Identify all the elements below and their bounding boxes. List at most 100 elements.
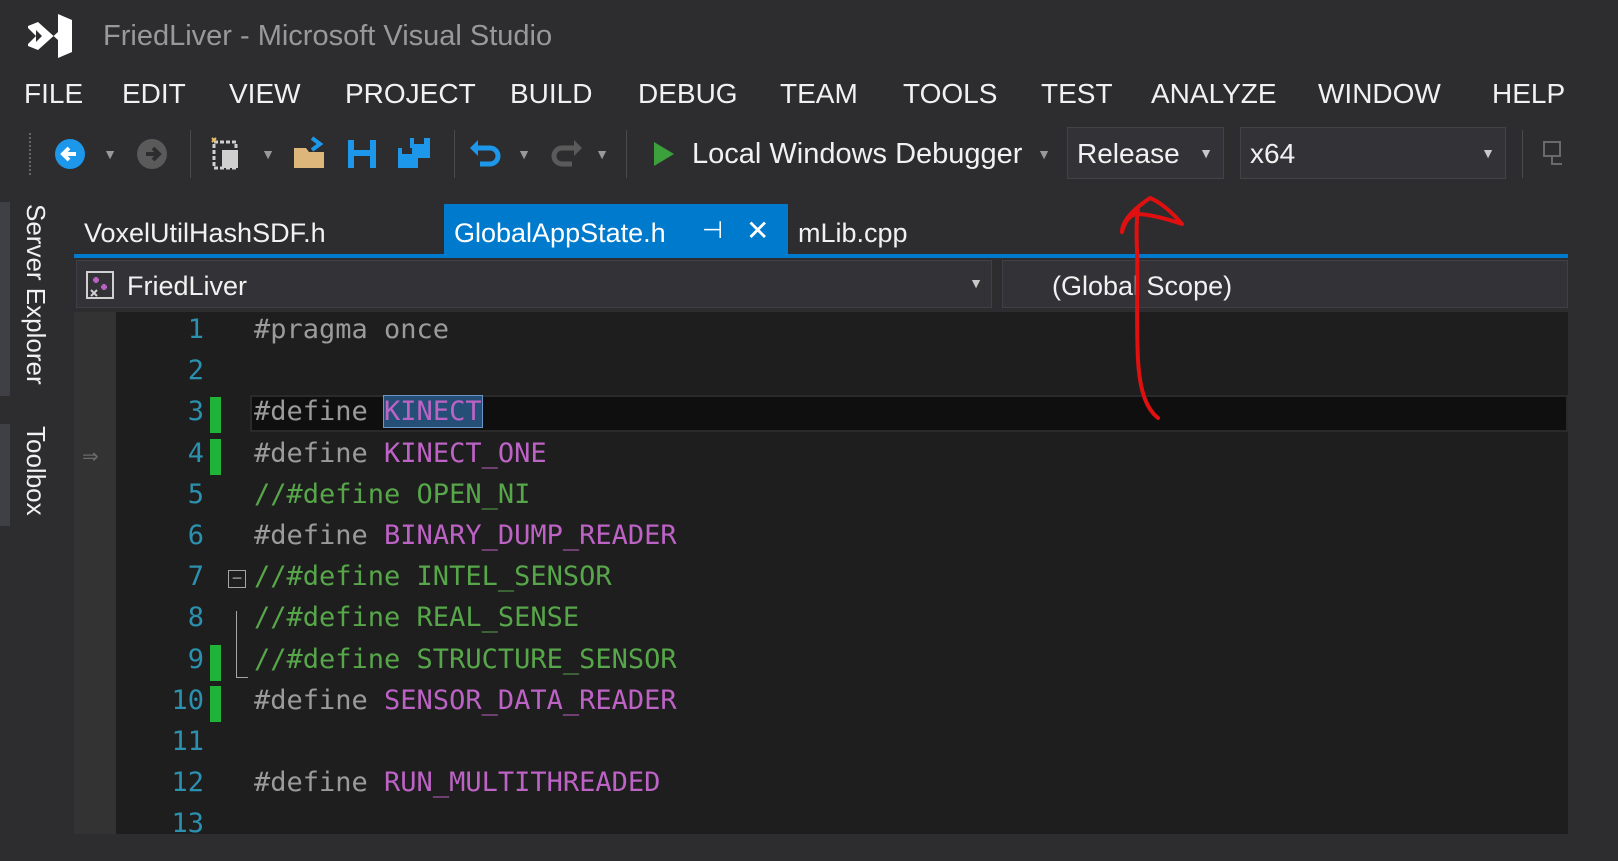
code-line[interactable]: 1 #pragma once xyxy=(74,312,1568,353)
code-line[interactable]: 11 xyxy=(74,724,1568,765)
chevron-down-icon: ▼ xyxy=(969,275,983,291)
tab-voxelutilhashsdf[interactable]: VoxelUtilHashSDF.h xyxy=(74,204,442,256)
menu-debug[interactable]: DEBUG xyxy=(638,78,738,110)
window-title: FriedLiver - Microsoft Visual Studio xyxy=(103,20,553,52)
code-line[interactable]: 5 //#define OPEN_NI xyxy=(74,477,1568,518)
line-number: 5 xyxy=(187,478,204,510)
menu-build[interactable]: BUILD xyxy=(510,78,592,110)
line-number: 9 xyxy=(187,643,204,675)
menu-analyze[interactable]: ANALYZE xyxy=(1151,78,1277,110)
server-explorer-tab[interactable]: Server Explorer xyxy=(20,204,51,385)
start-debugger-button[interactable]: Local Windows Debugger xyxy=(692,138,1022,171)
preprocessor-token: #pragma once xyxy=(254,314,450,345)
code-line[interactable]: 8 //#define REAL_SENSE xyxy=(74,600,1568,641)
redo-icon[interactable] xyxy=(546,134,586,174)
save-icon[interactable] xyxy=(342,134,382,174)
code-text: #define RUN_MULTITHREADED xyxy=(254,767,660,798)
preprocessor-token: #define xyxy=(254,520,385,551)
undo-icon[interactable] xyxy=(466,134,506,174)
change-tracking-marker xyxy=(210,397,221,434)
change-tracking-marker xyxy=(210,644,221,681)
line-number: 8 xyxy=(187,602,204,634)
line-number: 2 xyxy=(187,355,204,387)
tab-globalappstate[interactable]: GlobalAppState.h ⊣ ✕ xyxy=(444,204,788,256)
code-text: #define SENSOR_DATA_READER xyxy=(254,685,677,716)
code-line[interactable]: 7 −//#define INTEL_SENSOR xyxy=(74,559,1568,600)
open-file-icon[interactable] xyxy=(290,134,330,174)
code-text: //#define STRUCTURE_SENSOR xyxy=(254,644,677,675)
left-tool-window-strip: Server Explorer Toolbox xyxy=(0,186,74,834)
redo-dropdown-icon[interactable]: ▼ xyxy=(592,124,612,184)
line-number: 3 xyxy=(187,396,204,428)
new-project-dropdown-icon[interactable]: ▼ xyxy=(258,124,278,184)
menu-tools[interactable]: TOOLS xyxy=(903,78,997,110)
code-line[interactable]: 10 #define SENSOR_DATA_READER xyxy=(74,683,1568,724)
preprocessor-token: #define xyxy=(254,437,385,469)
tab-label: mLib.cpp xyxy=(798,218,908,248)
server-explorer-tab-strip[interactable] xyxy=(0,202,10,396)
code-line[interactable]: 13 xyxy=(74,806,1568,834)
solution-configuration-select[interactable]: Release ▼ xyxy=(1067,127,1224,179)
menu-file[interactable]: FILE xyxy=(24,78,83,110)
line-number: 12 xyxy=(171,767,204,799)
macro-token: KINECT xyxy=(383,395,483,429)
macro-token: RUN_MULTITHREADED xyxy=(384,767,661,799)
debugger-dropdown-icon[interactable]: ▼ xyxy=(1034,124,1054,184)
toolbox-tab-strip[interactable] xyxy=(0,424,10,526)
save-all-icon[interactable] xyxy=(394,134,434,174)
document-tab-well: VoxelUtilHashSDF.h GlobalAppState.h ⊣ ✕ … xyxy=(74,204,1568,256)
menu-edit[interactable]: EDIT xyxy=(122,78,186,110)
pin-tab-icon[interactable]: ⊣ xyxy=(702,216,723,245)
change-tracking-marker xyxy=(210,438,221,475)
code-text: #pragma once xyxy=(254,314,449,345)
menu-bar: FILE EDIT VIEW PROJECT BUILD DEBUG TEAM TOOLS TE… xyxy=(0,78,1568,114)
navigate-back-icon[interactable] xyxy=(50,134,90,174)
code-line[interactable]: 6 #define BINARY_DUMP_READER xyxy=(74,518,1568,559)
tab-mlib[interactable]: mLib.cpp xyxy=(788,204,988,256)
scope-select[interactable]: (Global Scope) xyxy=(1002,260,1568,308)
line-number: 1 xyxy=(187,314,204,345)
new-project-icon[interactable] xyxy=(206,134,246,174)
code-text: #define KINECT_ONE xyxy=(254,438,547,469)
code-line[interactable]: 12 #define RUN_MULTITHREADED xyxy=(74,765,1568,806)
code-line[interactable]: 3 #define KINECT xyxy=(74,394,1568,435)
solution-platform-select[interactable]: x64 ▼ xyxy=(1240,127,1506,179)
menu-project[interactable]: PROJECT xyxy=(345,78,476,110)
menu-team[interactable]: TEAM xyxy=(780,78,858,110)
code-text: //#define INTEL_SENSOR xyxy=(254,561,612,592)
comment-token: //#define STRUCTURE_SENSOR xyxy=(254,643,677,675)
menu-view[interactable]: VIEW xyxy=(229,78,301,110)
line-number: 6 xyxy=(187,520,204,551)
change-tracking-marker xyxy=(210,685,221,722)
collapse-region-icon[interactable]: − xyxy=(228,569,246,589)
attach-process-icon[interactable] xyxy=(1538,134,1578,174)
macro-token: KINECT_ONE xyxy=(384,437,547,469)
toolbar-grip[interactable] xyxy=(28,132,32,176)
start-debugging-icon[interactable] xyxy=(644,134,684,174)
code-text: //#define OPEN_NI xyxy=(254,479,530,510)
comment-token: //#define INTEL_SENSOR xyxy=(254,561,612,593)
code-line[interactable]: 4 #define KINECT_ONE xyxy=(74,436,1568,477)
undo-dropdown-icon[interactable]: ▼ xyxy=(514,124,534,184)
menu-window[interactable]: WINDOW xyxy=(1318,78,1441,110)
macro-token: BINARY_DUMP_READER xyxy=(384,520,677,551)
solution-configuration-value: Release xyxy=(1077,138,1180,169)
code-line[interactable]: 2 xyxy=(74,353,1568,394)
tab-label: GlobalAppState.h xyxy=(454,218,666,248)
code-line[interactable]: 9 //#define STRUCTURE_SENSOR xyxy=(74,642,1568,683)
navigate-forward-icon[interactable] xyxy=(132,134,172,174)
code-editor[interactable]: ⇒ 1 #pragma once 2 3 #define KINECT 4 #define … xyxy=(74,312,1568,834)
comment-token: //#define REAL_SENSE xyxy=(254,602,580,634)
close-tab-icon[interactable]: ✕ xyxy=(746,214,769,247)
code-text: #define BINARY_DUMP_READER xyxy=(254,520,677,551)
toolbox-tab[interactable]: Toolbox xyxy=(20,426,51,516)
navigate-back-dropdown-icon[interactable]: ▼ xyxy=(100,124,120,184)
menu-help[interactable]: HELP xyxy=(1492,78,1565,110)
project-select[interactable]: FriedLiver ▼ xyxy=(76,260,992,308)
outline-bracket-end xyxy=(236,677,248,678)
editor-navigation-bar: FriedLiver ▼ (Global Scope) xyxy=(74,258,1568,312)
preprocessor-token: #define xyxy=(254,396,385,428)
comment-token: //#define OPEN_NI xyxy=(254,478,531,510)
chevron-down-icon: ▼ xyxy=(1199,145,1213,161)
menu-test[interactable]: TEST xyxy=(1041,78,1113,110)
